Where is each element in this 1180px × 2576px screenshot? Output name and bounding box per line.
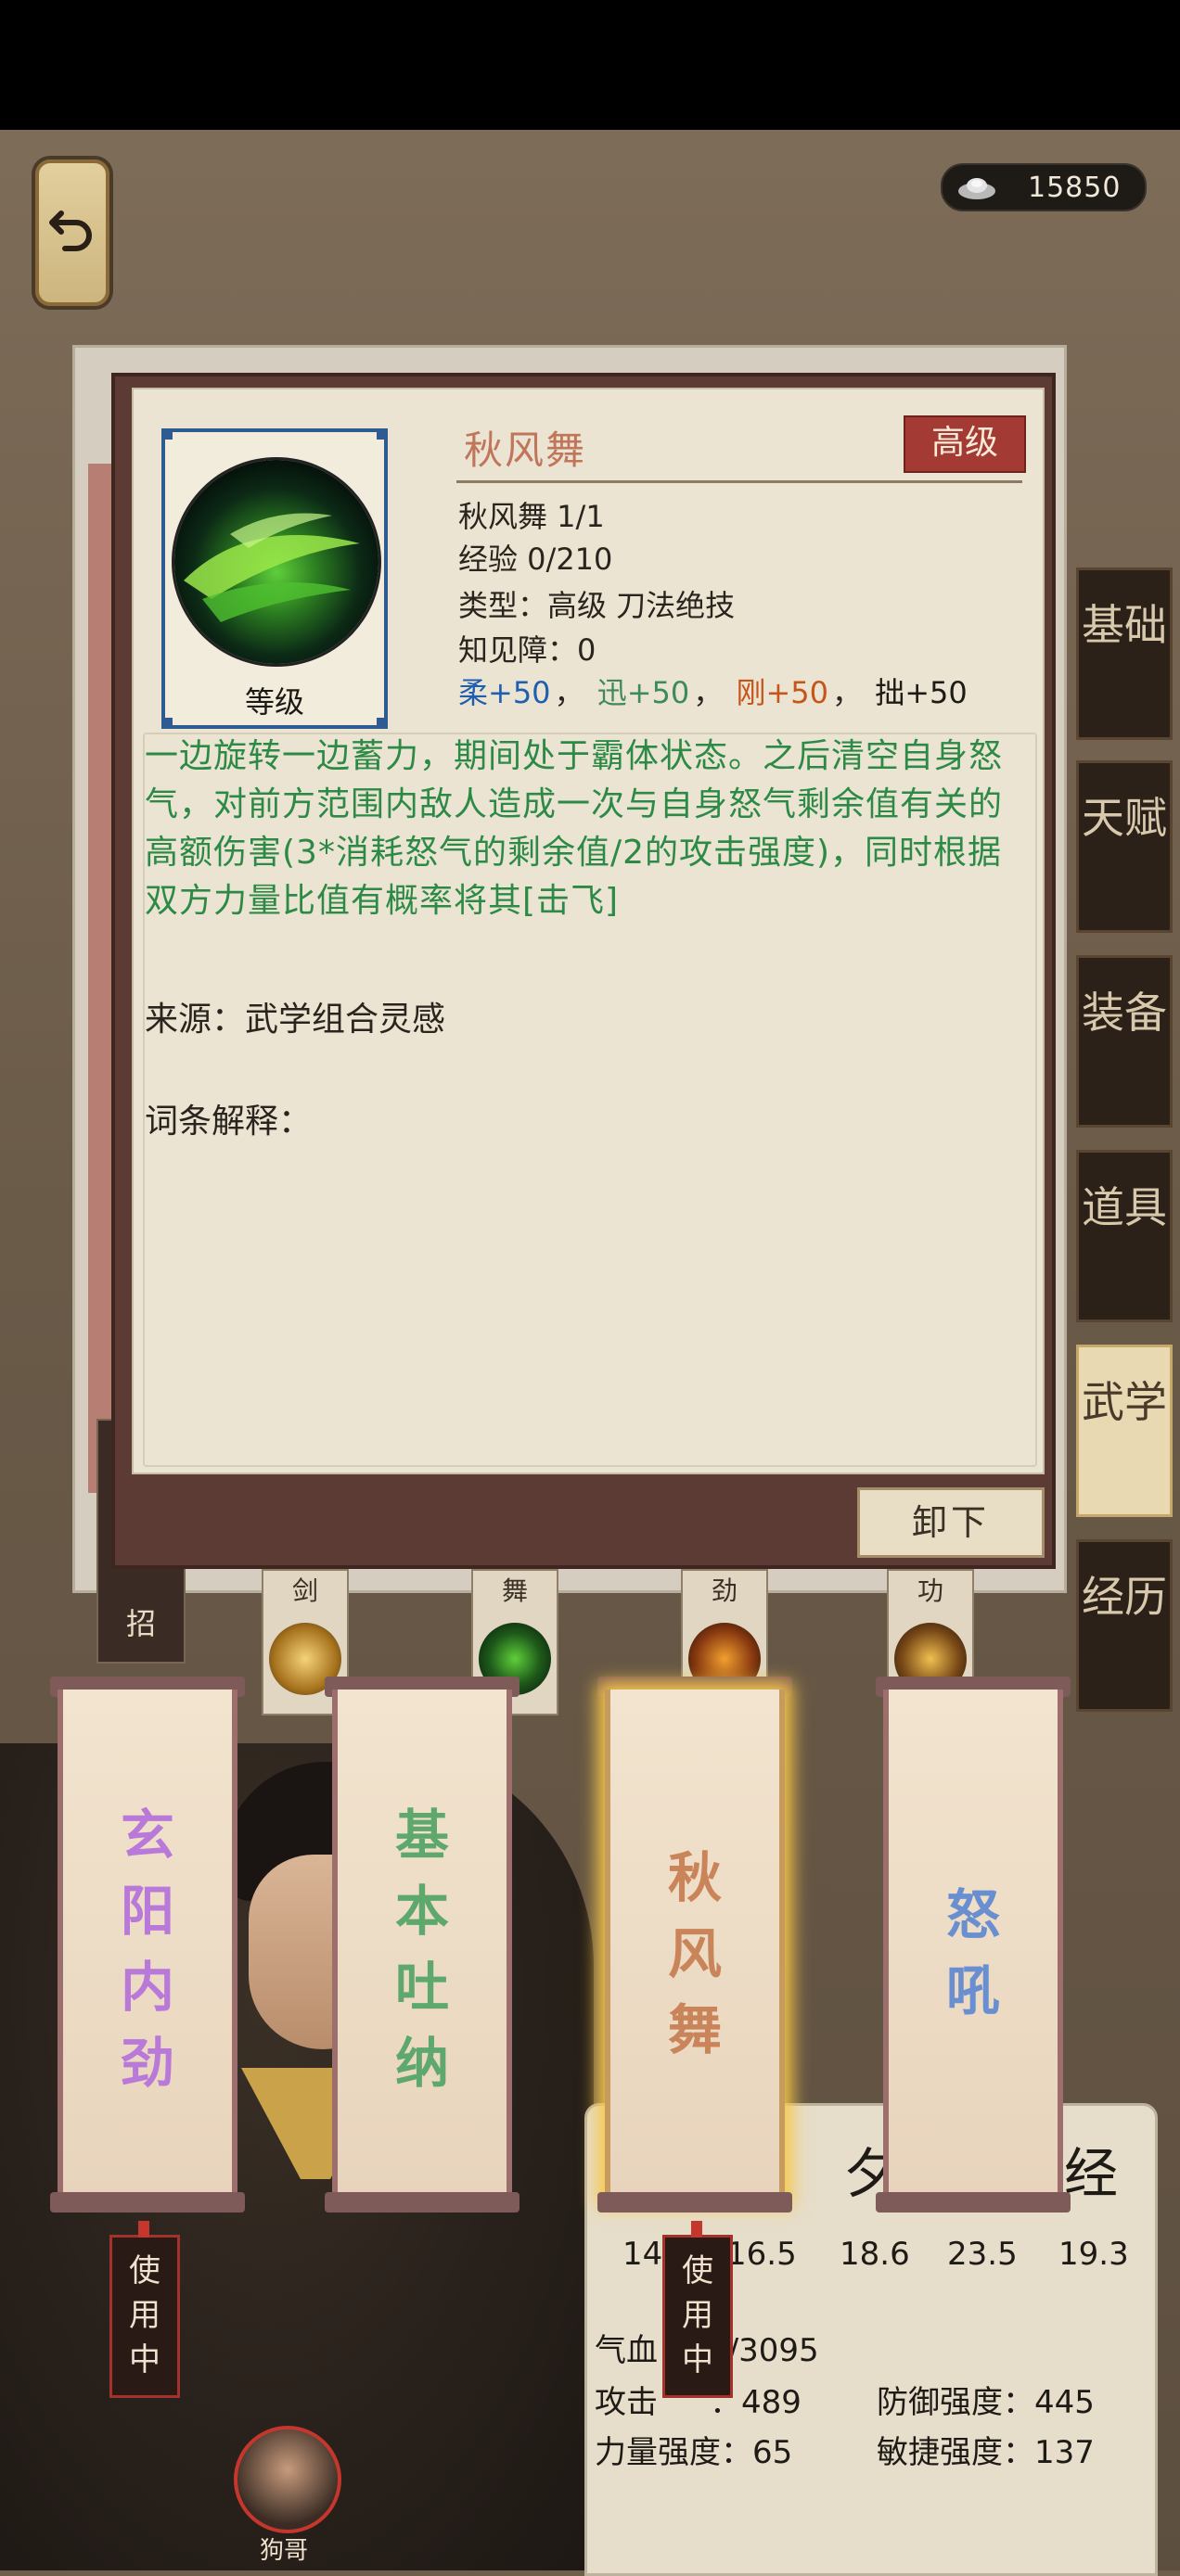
back-button[interactable] — [35, 159, 109, 306]
skill-slot-label: 劲 — [711, 1575, 738, 1606]
attr-hard: 刚+50 — [736, 675, 829, 710]
tab-label: 武学 — [1082, 1377, 1167, 1427]
attr-swift: 迅+50 — [596, 675, 690, 710]
tab-talent[interactable]: 天赋 — [1076, 760, 1173, 933]
autumn-wind-dance-icon — [174, 460, 378, 664]
scroll-title: 玄阳内劲 — [120, 1804, 174, 2095]
scroll-title: 怒吼 — [945, 1883, 1000, 2022]
skill-scroll-breathing[interactable]: 基本吐纳 — [325, 1677, 519, 2213]
skill-scroll-autumn-wind[interactable]: 秋风舞 — [597, 1677, 792, 2213]
tab-label: 基础 — [1082, 600, 1167, 650]
character-avatar[interactable] — [234, 2426, 341, 2533]
unequip-button[interactable]: 卸下 — [857, 1487, 1045, 1558]
in-use-label: 使用中 — [682, 2252, 713, 2378]
in-use-label: 使用中 — [129, 2252, 160, 2378]
skill-name: 秋风舞 — [464, 427, 587, 473]
tab-items[interactable]: 道具 — [1076, 1150, 1173, 1322]
agility-stat: 敏捷强度：137 — [877, 2434, 1095, 2471]
strength-stat: 力量强度：65 — [595, 2434, 793, 2471]
in-use-tag: 使用中 — [662, 2221, 733, 2398]
divider — [456, 480, 1022, 483]
tab-label: 天赋 — [1082, 793, 1167, 843]
silver-value: 15850 — [1028, 172, 1122, 204]
stat-value: 19.3 — [1058, 2236, 1129, 2273]
skill-level-label: 等级 — [244, 684, 304, 720]
skill-slot-label: 舞 — [501, 1575, 528, 1606]
tab-label: 装备 — [1082, 988, 1167, 1038]
skill-exp-line: 经验 0/210 — [458, 542, 613, 577]
skill-icon-frame: 等级 — [161, 428, 388, 729]
scroll-title: 秋风舞 — [667, 1846, 722, 2061]
scroll-title: 基本吐纳 — [394, 1804, 449, 2095]
back-arrow-icon — [49, 210, 92, 251]
stat-value: 16.5 — [726, 2236, 797, 2273]
silver-counter: 15850 — [941, 163, 1147, 211]
status-bar — [0, 0, 1180, 130]
attack-label: 攻击 — [595, 2384, 658, 2421]
stat-value: 18.6 — [840, 2236, 910, 2273]
skill-scroll-roar[interactable]: 怒吼 — [876, 1677, 1071, 2213]
tab-label: 经历 — [1082, 1572, 1167, 1622]
attr-sep: ， — [554, 675, 584, 710]
skill-source: 来源：武学组合灵感 — [145, 1001, 446, 1039]
skill-barrier-line: 知见障：0 — [458, 632, 596, 668]
tab-history[interactable]: 经历 — [1076, 1539, 1173, 1712]
skill-slot-label: 功 — [917, 1575, 943, 1606]
grade-badge: 高级 — [904, 415, 1026, 473]
skill-description: 一边旋转一边蓄力，期间处于霸体状态。之后清空自身怒气，对前方范围内敌人造成一次与… — [145, 737, 1004, 920]
attr-sep: ， — [693, 675, 724, 710]
skill-slot-label: 剑 — [291, 1575, 318, 1606]
skill-type-line: 类型：高级 刀法绝技 — [458, 588, 736, 623]
stats-header-right: 经 — [1064, 2142, 1119, 2205]
tab-martial-arts[interactable]: 武学 — [1076, 1345, 1173, 1517]
tab-basic[interactable]: 基础 — [1076, 567, 1173, 740]
skill-level-line: 秋风舞 1/1 — [458, 499, 605, 534]
attr-clumsy: 拙+50 — [875, 675, 968, 710]
in-use-tag: 使用中 — [109, 2221, 180, 2398]
move-slot-label: 招 — [125, 1606, 156, 1641]
stat-value: 23.5 — [947, 2236, 1018, 2273]
defense-stat: 防御强度：445 — [877, 2384, 1095, 2421]
skill-attribute-bonuses: 柔+50， 迅+50， 刚+50， 拙+50 — [458, 670, 971, 712]
tab-equipment[interactable]: 装备 — [1076, 955, 1173, 1128]
skill-scroll-xuanyang[interactable]: 玄阳内劲 — [50, 1677, 245, 2213]
attr-soft: 柔+50 — [458, 675, 551, 710]
term-explanation-label: 词条解释： — [145, 1103, 313, 1141]
tab-label: 道具 — [1082, 1182, 1167, 1232]
attr-sep: ， — [832, 675, 863, 710]
silver-ingot-icon — [958, 178, 995, 199]
character-name: 狗哥 — [259, 2537, 308, 2565]
